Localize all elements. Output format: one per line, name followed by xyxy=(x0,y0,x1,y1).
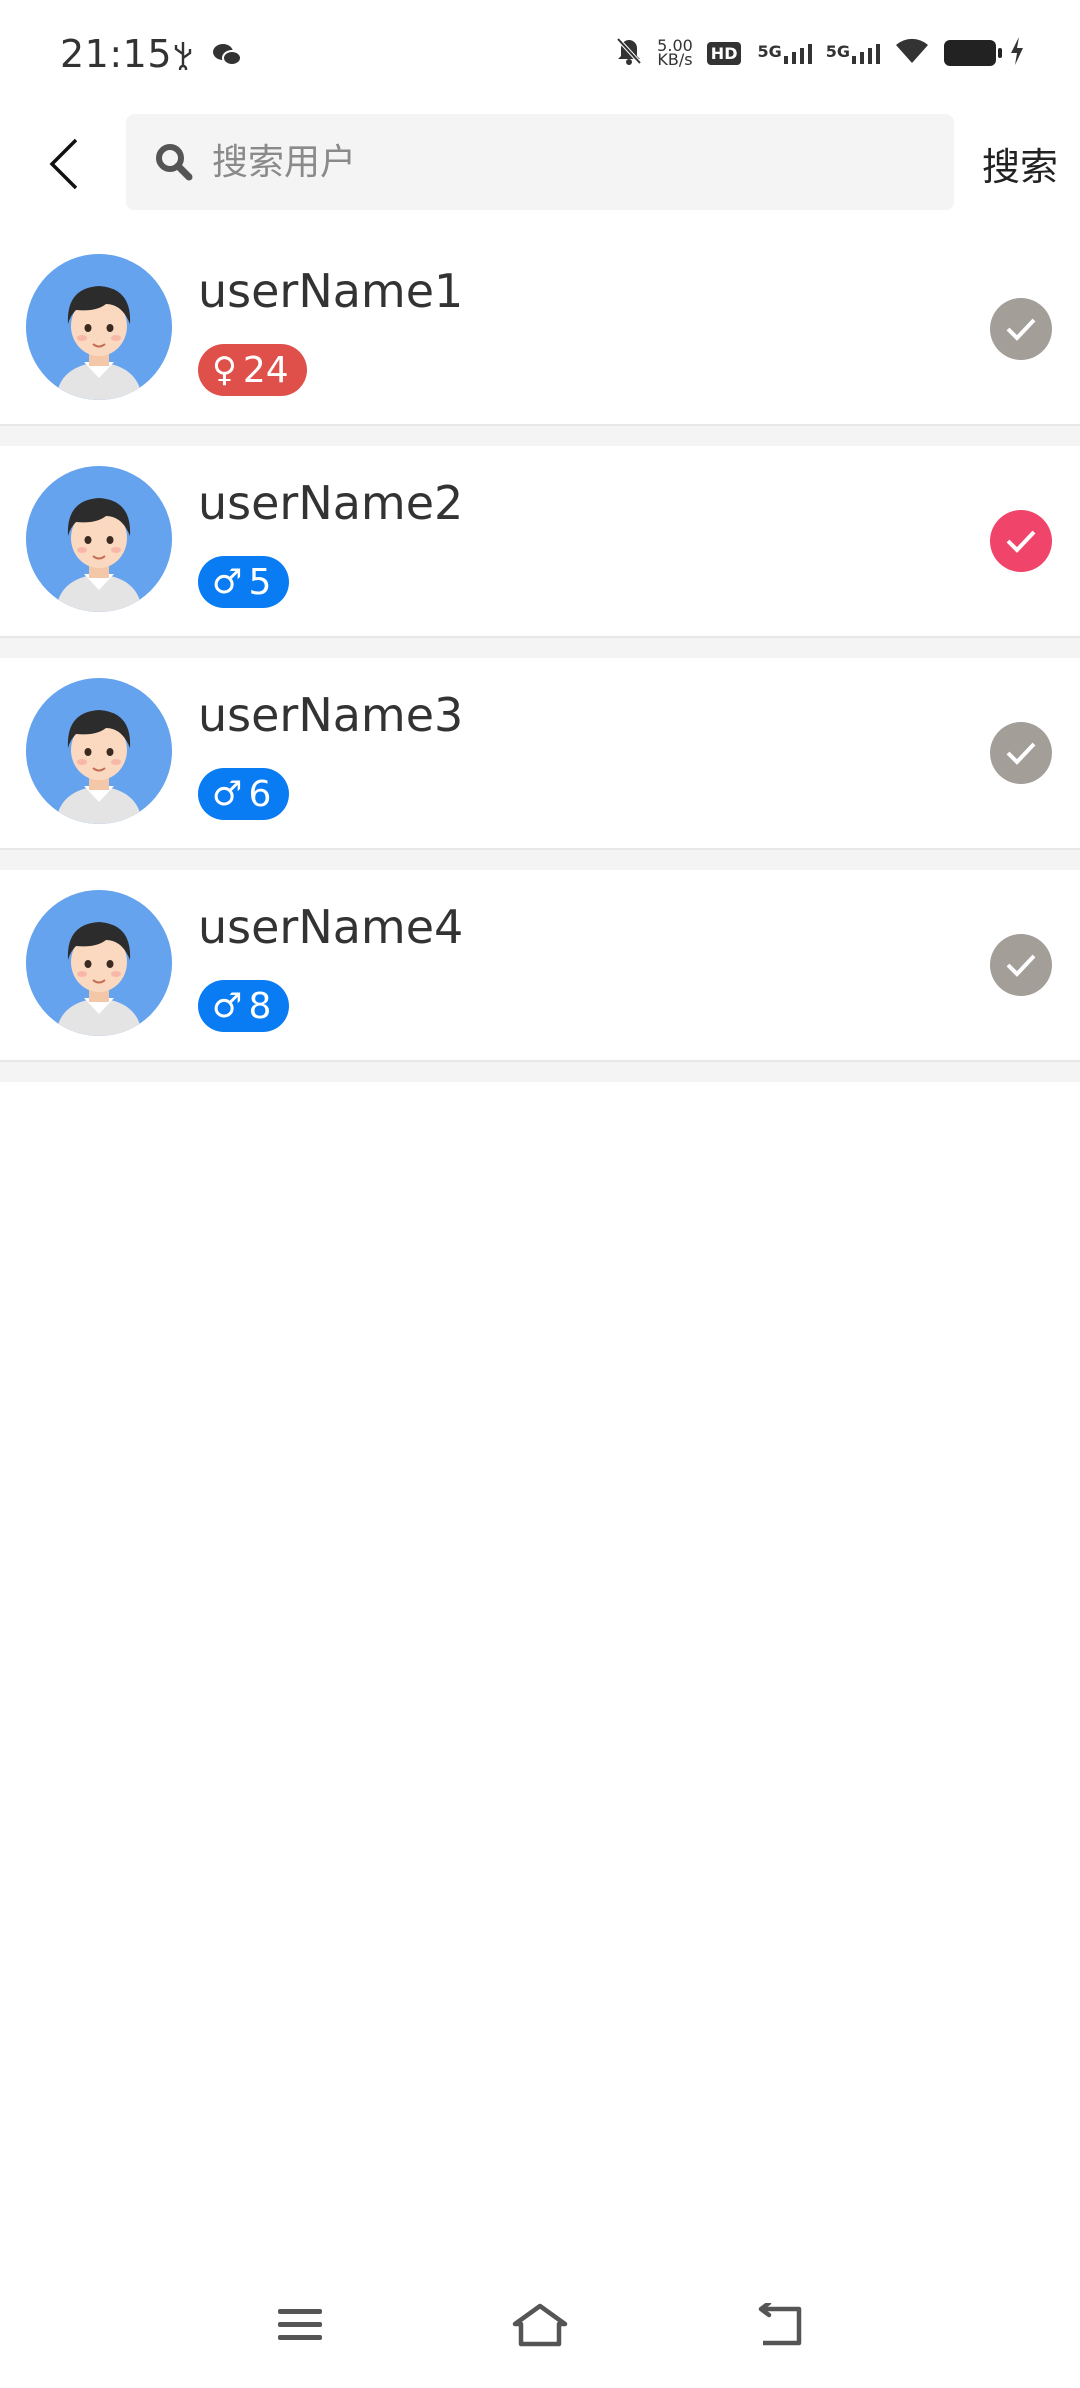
avatar xyxy=(26,678,172,824)
status-bar: 21:15 5.00 KB/s HD 5G 5G xyxy=(0,0,1080,110)
check-icon xyxy=(1006,530,1036,553)
gender-age-badge: ♂ 5 xyxy=(198,556,290,608)
check-icon xyxy=(1006,954,1036,977)
list-divider xyxy=(0,850,1080,870)
female-icon: ♀ xyxy=(212,350,237,390)
user-list-item[interactable]: userName3 ♂ 6 xyxy=(0,658,1080,850)
speed-unit: KB/s xyxy=(657,50,693,69)
menu-icon[interactable] xyxy=(270,2300,330,2350)
male-icon: ♂ xyxy=(212,774,243,814)
gender-age-badge: ♀ 24 xyxy=(198,344,307,396)
signal-1: 5G xyxy=(757,42,812,64)
status-time: 21:15 xyxy=(60,32,173,76)
hd-label: HD xyxy=(706,41,742,65)
wechat-icon xyxy=(212,42,242,72)
status-left-icons xyxy=(172,40,242,74)
user-list-item[interactable]: userName2 ♂ 5 xyxy=(0,446,1080,638)
search-header: 搜索 xyxy=(0,112,1080,216)
username: userName2 xyxy=(198,476,464,530)
avatar-boy-icon xyxy=(26,254,172,400)
system-nav-bar xyxy=(0,2260,1080,2388)
gender-age-badge: ♂ 6 xyxy=(198,768,290,820)
male-icon: ♂ xyxy=(212,562,243,602)
select-checkbox[interactable] xyxy=(990,934,1052,996)
user-list-item[interactable]: userName4 ♂ 8 xyxy=(0,870,1080,1062)
select-checkbox[interactable] xyxy=(990,298,1052,360)
avatar xyxy=(26,254,172,400)
home-icon[interactable] xyxy=(510,2300,570,2350)
mute-icon xyxy=(615,36,643,70)
user-list: userName1 ♀ 24 userName2 ♂ 5 userName3 ♂… xyxy=(0,234,1080,1082)
back-button[interactable] xyxy=(34,132,94,196)
avatar-boy-icon xyxy=(26,890,172,1036)
signal-bars-1-icon xyxy=(783,44,812,64)
signal-bars-2-icon xyxy=(852,44,880,64)
list-divider xyxy=(0,1062,1080,1082)
avatar xyxy=(26,890,172,1036)
network-type-1: 5G xyxy=(757,42,782,61)
username: userName3 xyxy=(198,688,464,742)
avatar-boy-icon xyxy=(26,678,172,824)
username: userName4 xyxy=(198,900,464,954)
chevron-left-icon xyxy=(49,138,78,190)
age: 6 xyxy=(248,773,272,815)
check-icon xyxy=(1006,742,1036,765)
age: 8 xyxy=(248,985,272,1027)
check-icon xyxy=(1006,318,1036,341)
male-icon: ♂ xyxy=(212,986,243,1026)
signal-2: 5G xyxy=(826,42,880,64)
username: userName1 xyxy=(198,264,464,318)
battery-icon xyxy=(944,40,1002,66)
search-icon xyxy=(152,140,196,184)
age: 5 xyxy=(248,561,272,603)
back-nav-icon[interactable] xyxy=(750,2300,810,2350)
search-button[interactable]: 搜索 xyxy=(982,136,1058,191)
user-list-item[interactable]: userName1 ♀ 24 xyxy=(0,234,1080,426)
wifi-icon xyxy=(894,37,930,69)
list-divider xyxy=(0,638,1080,658)
select-checkbox[interactable] xyxy=(990,722,1052,784)
charging-icon xyxy=(1010,37,1024,69)
network-speed: 5.00 KB/s xyxy=(657,38,693,69)
search-box[interactable] xyxy=(126,114,954,210)
gender-age-badge: ♂ 8 xyxy=(198,980,290,1032)
hd-badge: HD xyxy=(706,41,744,65)
avatar-boy-icon xyxy=(26,466,172,612)
avatar xyxy=(26,466,172,612)
select-checkbox[interactable] xyxy=(990,510,1052,572)
list-divider xyxy=(0,426,1080,446)
network-type-2: 5G xyxy=(825,42,850,61)
usb-icon xyxy=(172,40,194,74)
status-right-icons: 5.00 KB/s HD 5G 5G xyxy=(615,36,1024,70)
age: 24 xyxy=(242,349,289,391)
search-input[interactable] xyxy=(210,121,914,203)
